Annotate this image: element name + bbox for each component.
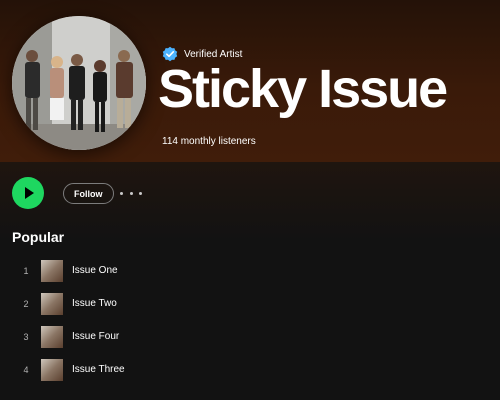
artist-photo — [12, 16, 146, 150]
track-album-art — [41, 326, 63, 348]
more-options-button[interactable] — [120, 186, 142, 200]
popular-heading: Popular — [12, 229, 65, 245]
track-number: 4 — [23, 365, 29, 375]
track-title[interactable]: Issue One — [72, 265, 118, 276]
artist-header: Verified Artist Sticky Issue 114 monthly… — [0, 0, 500, 162]
verified-artist-label: Verified Artist — [184, 48, 243, 60]
play-button[interactable] — [12, 177, 44, 209]
track-title[interactable]: Issue Two — [72, 298, 117, 309]
track-number: 3 — [23, 332, 29, 342]
follow-button[interactable]: Follow — [63, 183, 114, 204]
monthly-listeners: 114 monthly listeners — [162, 136, 256, 147]
track-row[interactable]: 1 Issue One — [0, 256, 500, 289]
play-icon — [24, 187, 34, 199]
more-options-icon — [139, 191, 142, 195]
track-album-art — [41, 293, 63, 315]
track-title[interactable]: Issue Three — [72, 364, 125, 375]
more-options-icon — [120, 191, 123, 195]
track-row[interactable]: 2 Issue Two — [0, 289, 500, 322]
artist-name: Sticky Issue — [158, 59, 448, 119]
track-album-art — [41, 359, 63, 381]
popular-track-list: 1 Issue One 2 Issue Two 3 Issue Four 4 I… — [0, 256, 500, 388]
track-number: 2 — [23, 299, 29, 309]
track-row[interactable]: 3 Issue Four — [0, 322, 500, 355]
track-album-art — [41, 260, 63, 282]
track-title[interactable]: Issue Four — [72, 331, 119, 342]
more-options-icon — [129, 191, 133, 195]
track-row[interactable]: 4 Issue Three — [0, 355, 500, 388]
track-number: 1 — [23, 266, 29, 276]
